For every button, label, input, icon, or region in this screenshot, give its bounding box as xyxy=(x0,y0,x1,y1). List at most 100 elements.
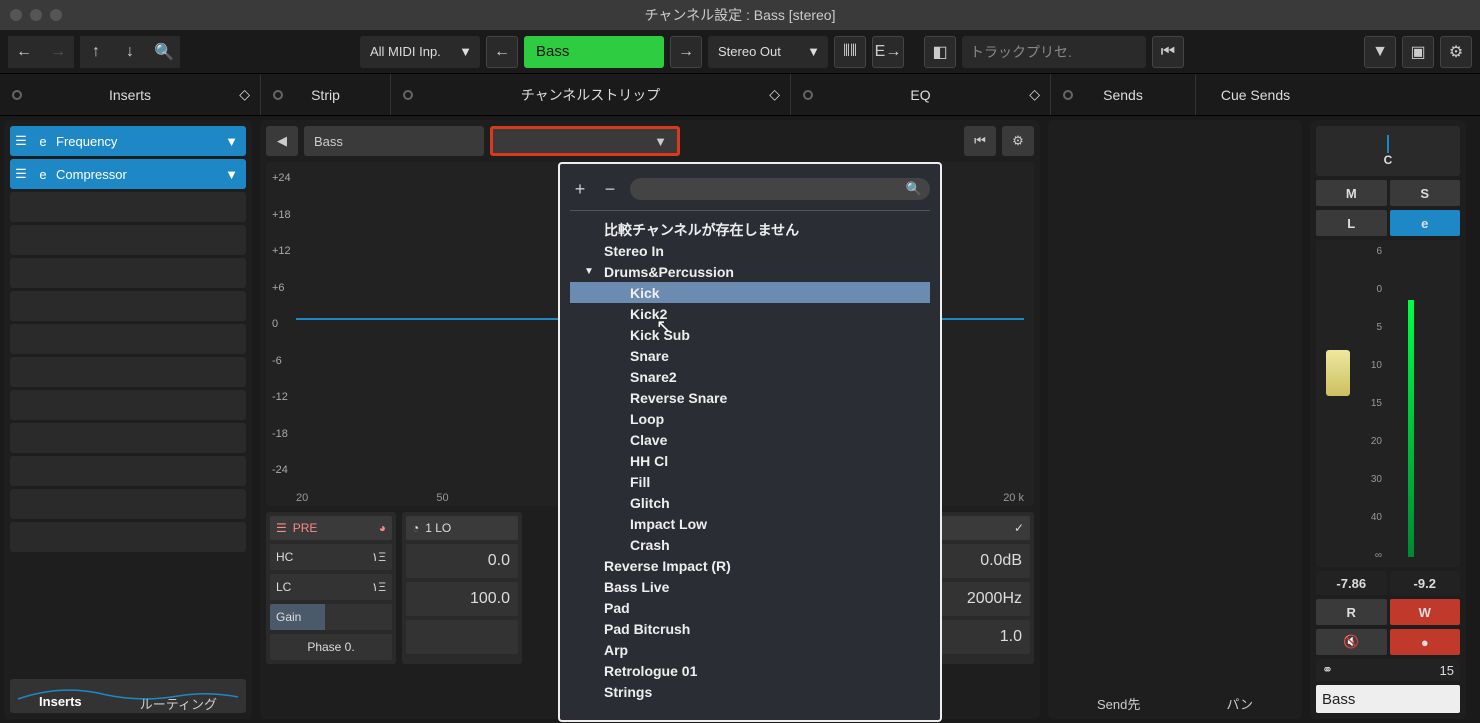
band-header[interactable]: ◔1 LO xyxy=(406,516,518,540)
track-preset-field[interactable]: トラックプリセ. xyxy=(962,36,1146,68)
traffic-lights[interactable] xyxy=(0,9,62,21)
bottom-tab-inserts[interactable]: Inserts xyxy=(27,688,94,719)
bypass-icon[interactable] xyxy=(403,90,413,100)
list-item[interactable]: Kick Sub xyxy=(570,324,930,345)
nav-back-button[interactable]: ← xyxy=(8,36,40,68)
minimize-icon[interactable] xyxy=(30,9,42,21)
zoom-icon[interactable] xyxy=(50,9,62,21)
band-gain[interactable]: 0.0dB xyxy=(928,544,1030,578)
insert-slot-empty[interactable] xyxy=(10,390,246,420)
insert-slot-empty[interactable] xyxy=(10,456,246,486)
insert-slot-empty[interactable] xyxy=(10,291,246,321)
list-item[interactable]: Retrologue 01 xyxy=(570,660,930,681)
eq-back-button[interactable]: ◀ xyxy=(266,126,298,156)
fader-track[interactable]: 6051015203040∞ xyxy=(1316,240,1388,567)
band-gain[interactable]: 0.0 xyxy=(406,544,518,578)
insert-slot-empty[interactable] xyxy=(10,192,246,222)
list-item[interactable]: Glitch xyxy=(570,492,930,513)
level-value[interactable]: -7.86 xyxy=(1316,571,1387,595)
bypass-icon[interactable] xyxy=(803,90,813,100)
list-item[interactable]: HH Cl xyxy=(570,450,930,471)
bypass-icon[interactable] xyxy=(12,90,22,100)
band-freq[interactable]: 100.0 xyxy=(406,582,518,616)
close-icon[interactable] xyxy=(10,9,22,21)
bypass-icon[interactable] xyxy=(1063,90,1073,100)
panner-button[interactable]: ⦀⦀ xyxy=(834,36,866,68)
list-item[interactable]: Reverse Impact (R) xyxy=(570,555,930,576)
list-item[interactable]: Snare xyxy=(570,345,930,366)
edit-button[interactable]: e xyxy=(1390,210,1461,236)
list-item[interactable]: Pad Bitcrush xyxy=(570,618,930,639)
eq-compare-select[interactable]: ▼ xyxy=(490,126,680,156)
collapse-all-button[interactable]: − xyxy=(600,179,620,200)
output-routing-select[interactable]: Stereo Out ▼ xyxy=(708,36,828,68)
list-item[interactable]: Reverse Snare xyxy=(570,387,930,408)
list-item[interactable]: 比較チャンネルが存在しません xyxy=(570,219,930,240)
nav-down-button[interactable]: ↓ xyxy=(114,36,146,68)
insert-slot-empty[interactable] xyxy=(10,489,246,519)
insert-slot[interactable]: ☰ e Compressor ▼ xyxy=(10,159,246,189)
list-item[interactable]: Crash xyxy=(570,534,930,555)
search-input[interactable]: 🔍 xyxy=(630,178,930,200)
list-item[interactable]: Impact Low xyxy=(570,513,930,534)
list-item[interactable]: Loop xyxy=(570,408,930,429)
tab-channel-strip[interactable]: チャンネルストリップ ◇ xyxy=(390,74,790,115)
insert-slot-empty[interactable] xyxy=(10,324,246,354)
output-next-button[interactable]: → xyxy=(670,36,702,68)
bypass-icon[interactable] xyxy=(273,90,283,100)
lc-row[interactable]: LC١Ξ xyxy=(270,574,392,600)
list-item[interactable]: Pad xyxy=(570,597,930,618)
list-item[interactable]: Clave xyxy=(570,429,930,450)
pre-header[interactable]: ☰PRE◕ xyxy=(270,516,392,540)
eq-source-label[interactable]: Bass xyxy=(304,126,484,156)
functions-button[interactable]: ▣ xyxy=(1402,36,1434,68)
input-routing-select[interactable]: All MIDI Inp. ▼ xyxy=(360,36,480,68)
channel-name-field[interactable]: Bass xyxy=(524,36,664,68)
list-item[interactable]: Snare2 xyxy=(570,366,930,387)
list-item[interactable]: Fill xyxy=(570,471,930,492)
band-header[interactable]: ✓ xyxy=(928,516,1030,540)
gain-row[interactable]: Gain xyxy=(270,604,392,630)
settings-button[interactable]: ⚙ xyxy=(1440,36,1472,68)
insert-slot-empty[interactable] xyxy=(10,357,246,387)
channel-name[interactable]: Bass xyxy=(1316,685,1460,713)
insert-slot-empty[interactable] xyxy=(10,225,246,255)
read-button[interactable]: R xyxy=(1316,599,1387,625)
list-item[interactable]: Stereo In xyxy=(570,240,930,261)
tab-sends[interactable]: Sends xyxy=(1050,74,1195,115)
nav-up-button[interactable]: ↑ xyxy=(80,36,112,68)
tab-cue-sends[interactable]: Cue Sends xyxy=(1195,74,1315,115)
pan-control[interactable]: C xyxy=(1316,126,1460,176)
insert-slot[interactable]: ☰ e Frequency ▼ xyxy=(10,126,246,156)
insert-slot-empty[interactable] xyxy=(10,258,246,288)
list-item[interactable]: Kick xyxy=(570,282,930,303)
bottom-tab-pan[interactable]: パン xyxy=(1214,688,1265,719)
chevron-down-icon[interactable]: ▼ xyxy=(225,167,246,182)
eq-reset-button[interactable]: ⏮ xyxy=(964,126,996,156)
bottom-tab-send-dest[interactable]: Send先 xyxy=(1085,688,1152,719)
nav-fwd-button[interactable]: → xyxy=(42,36,74,68)
list-item[interactable]: Bass Live xyxy=(570,576,930,597)
insert-slot-empty[interactable] xyxy=(10,522,246,552)
band-q[interactable] xyxy=(406,620,518,654)
tab-eq[interactable]: EQ ◇ xyxy=(790,74,1050,115)
phase-row[interactable]: Phase 0. xyxy=(270,634,392,660)
write-button[interactable]: W xyxy=(1390,599,1461,625)
peak-value[interactable]: -9.2 xyxy=(1390,571,1461,595)
list-item[interactable]: ▼Drums&Percussion xyxy=(570,261,930,282)
list-item[interactable]: Kick2 xyxy=(570,303,930,324)
record-button[interactable]: ● xyxy=(1390,629,1461,655)
mute-button[interactable]: M xyxy=(1316,180,1387,206)
monitor-button[interactable]: 🔇 xyxy=(1316,629,1387,655)
solo-button[interactable]: S xyxy=(1390,180,1461,206)
bottom-tab-routing[interactable]: ルーティング xyxy=(128,688,229,719)
listen-button[interactable]: L xyxy=(1316,210,1387,236)
bypass-icon[interactable]: ☰ xyxy=(10,133,32,149)
tab-strip[interactable]: Strip xyxy=(260,74,390,115)
preset-icon-button[interactable]: ◧ xyxy=(924,36,956,68)
eq-settings-button[interactable]: ⚙ xyxy=(1002,126,1034,156)
list-item[interactable]: Arp xyxy=(570,639,930,660)
bypass-icon[interactable]: ☰ xyxy=(10,166,32,182)
band-q[interactable]: 1.0 xyxy=(928,620,1030,654)
preset-reset-button[interactable]: ⏮ xyxy=(1152,36,1184,68)
